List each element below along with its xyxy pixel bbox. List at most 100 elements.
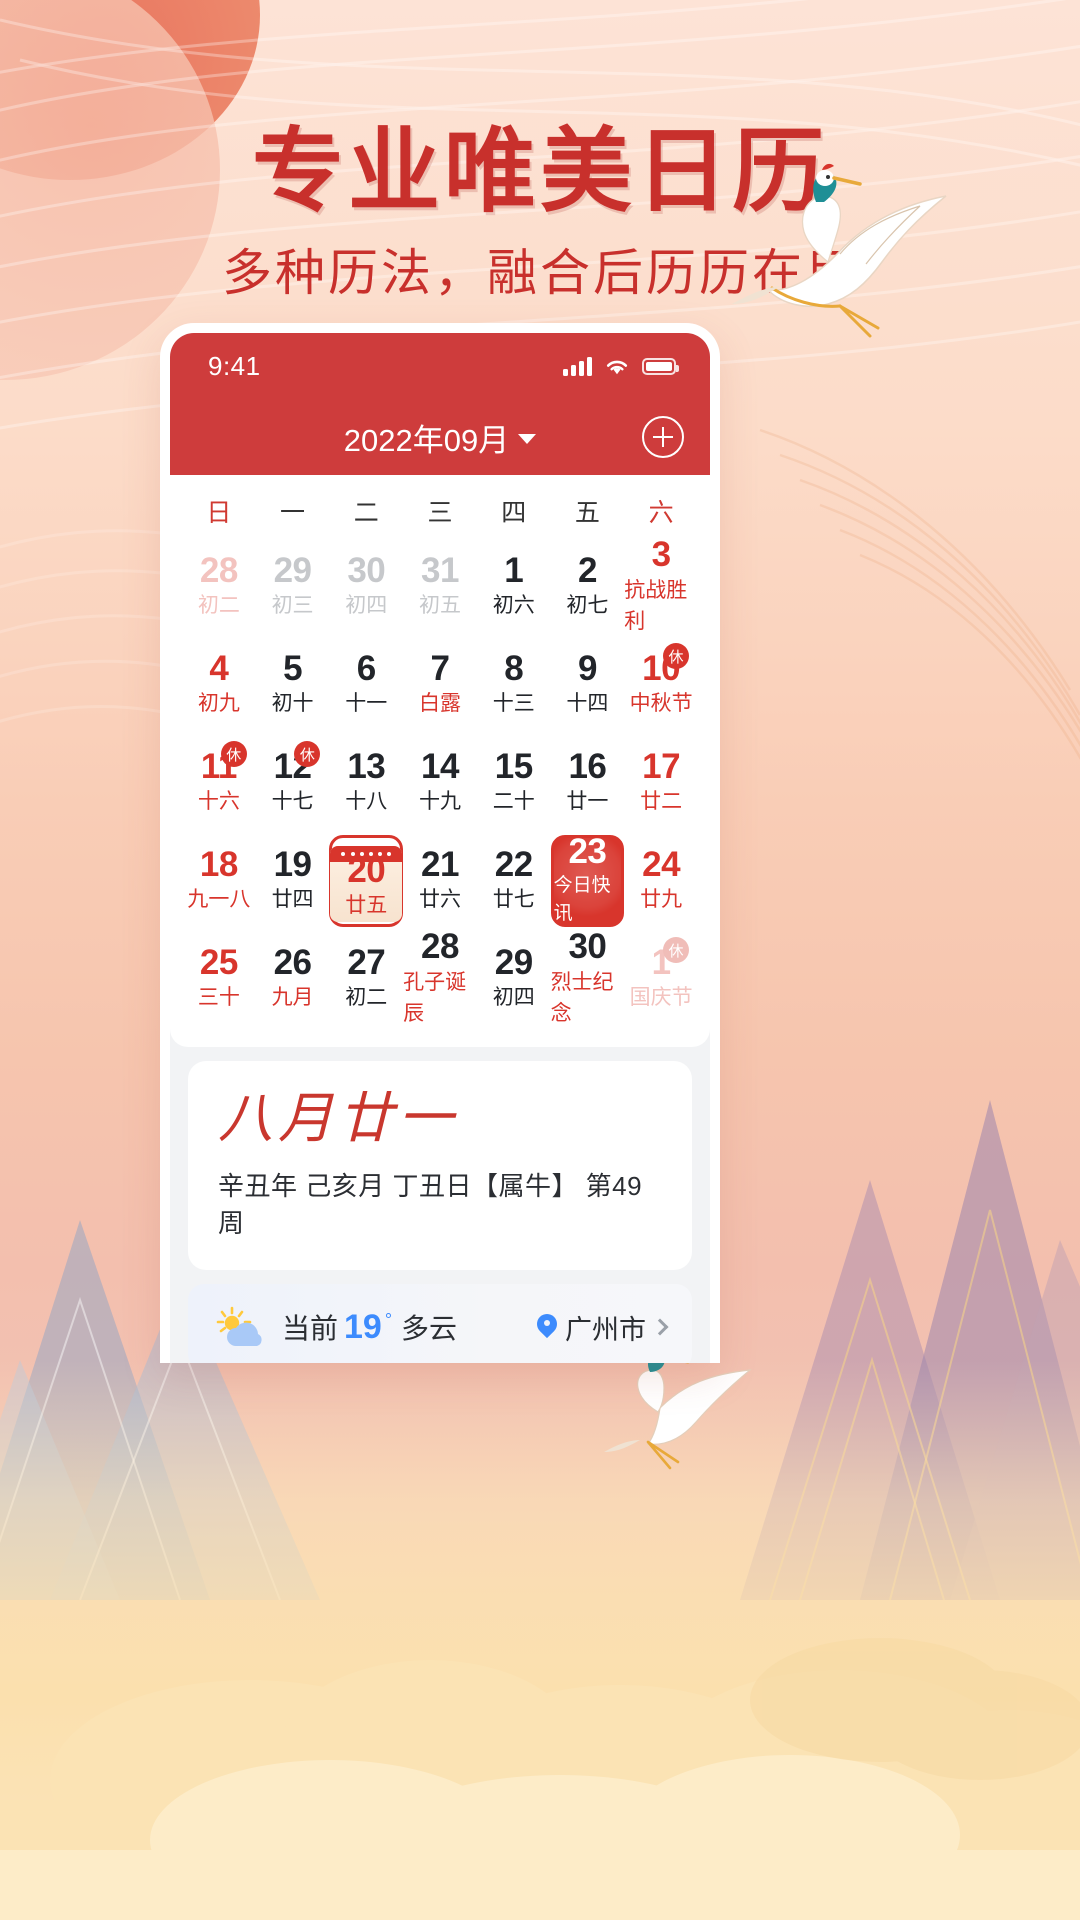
weekday-1: 一 — [280, 499, 306, 527]
day-sublabel: 廿五 — [345, 894, 388, 918]
day-sublabel: 九一八 — [187, 888, 251, 912]
weather-condition: 多云 — [401, 1313, 458, 1345]
nav-bar: 2022年09月 — [170, 399, 710, 475]
day-number: 14 — [421, 747, 459, 787]
cellular-signal-icon — [563, 356, 592, 376]
day-number: 29 — [494, 943, 533, 983]
day-sublabel: 初九 — [197, 692, 240, 716]
calendar-day-cell[interactable]: 1 国庆节休 — [624, 933, 698, 1025]
calendar-day-cell[interactable]: 14 十九 — [403, 737, 477, 829]
calendar-day-cell[interactable]: 10 中秋节休 — [624, 639, 698, 731]
calendar-day-cell[interactable]: 28 初二 — [182, 541, 256, 633]
rest-day-badge: 休 — [294, 741, 321, 767]
calendar-day-cell[interactable]: 12 十七休 — [256, 737, 330, 829]
day-sublabel: 白露 — [418, 692, 461, 716]
weather-location[interactable]: 广州市 — [537, 1308, 669, 1347]
calendar-day-cell[interactable]: 11 十六休 — [182, 737, 256, 829]
day-sublabel: 初二 — [197, 594, 240, 618]
day-number: 28 — [421, 927, 459, 967]
month-selector[interactable]: 2022年09月 — [344, 415, 537, 460]
rest-day-badge: 休 — [663, 937, 689, 963]
calendar-day-cell[interactable]: 15 二十 — [477, 737, 551, 829]
calendar-day-cell[interactable]: 17 廿二 — [624, 737, 698, 829]
lunar-info-card[interactable]: 八月廿一 辛丑年 己亥月 丁丑日【属牛】 第49周 — [188, 1061, 692, 1271]
calendar-day-cell[interactable]: 29 初四 — [477, 933, 551, 1025]
day-sublabel: 十四 — [566, 692, 609, 716]
day-number: 30 — [347, 551, 386, 591]
chevron-down-icon — [518, 434, 537, 444]
day-number: 26 — [273, 943, 312, 983]
calendar-day-cell[interactable]: 13 十八 — [329, 737, 403, 829]
day-number: 23 — [568, 835, 607, 872]
rest-day-badge: 休 — [220, 741, 247, 767]
add-event-button[interactable] — [642, 416, 684, 458]
calendar-day-cell[interactable]: 22 廿七 — [477, 835, 551, 927]
day-number: 1 — [504, 551, 524, 591]
calendar-day-cell[interactable]: 9 十四 — [551, 639, 625, 731]
day-sublabel: 初四 — [345, 594, 388, 618]
day-sublabel: 二十 — [492, 790, 535, 814]
calendar-day-cell[interactable]: 8 十三 — [477, 639, 551, 731]
day-sublabel: 初六 — [492, 594, 535, 618]
day-sublabel: 十八 — [345, 790, 388, 814]
calendar-day-cell[interactable]: 25 三十 — [182, 933, 256, 1025]
day-number: 29 — [273, 551, 312, 591]
calendar-day-cell[interactable]: 24 廿九 — [624, 835, 698, 927]
day-sublabel: 初七 — [566, 594, 609, 618]
calendar-day-cell[interactable]: 26 九月 — [256, 933, 330, 1025]
calendar-day-cell[interactable]: 16 廿一 — [551, 737, 625, 829]
day-number: 22 — [494, 845, 533, 885]
weekday-3: 三 — [427, 499, 453, 527]
day-sublabel: 廿二 — [640, 790, 683, 814]
status-icons — [563, 356, 679, 376]
day-number: 8 — [504, 649, 524, 689]
crane-bird-small-icon — [604, 1351, 752, 1470]
weather-prefix: 当前 — [282, 1313, 339, 1345]
weekday-2: 二 — [353, 499, 379, 527]
calendar-day-cell[interactable]: 28 孔子诞辰 — [403, 928, 477, 1025]
calendar-day-cell[interactable]: 5 初十 — [256, 639, 330, 731]
calendar-day-cell[interactable]: 6 十一 — [329, 639, 403, 731]
day-sublabel: 廿七 — [492, 888, 535, 912]
day-number: 21 — [421, 845, 459, 885]
weekday-5: 五 — [574, 499, 600, 527]
battery-icon — [642, 357, 679, 375]
wifi-icon — [606, 360, 628, 375]
calendar-day-cell[interactable]: 20 廿五 — [329, 835, 404, 927]
lunar-date: 八月廿一 — [218, 1088, 459, 1149]
calendar-day-cell[interactable]: 27 初二 — [329, 933, 403, 1025]
day-sublabel: 抗战胜利 — [624, 578, 688, 634]
calendar-day-cell[interactable]: 21 廿六 — [403, 835, 477, 927]
calendar-day-cell[interactable]: 3 抗战胜利 — [624, 536, 698, 633]
day-sublabel: 初五 — [418, 594, 461, 618]
day-sublabel: 初二 — [345, 986, 388, 1010]
day-number: 28 — [199, 551, 238, 591]
sun-cloud-icon — [214, 1304, 268, 1350]
day-sublabel: 廿四 — [271, 888, 314, 912]
day-sublabel: 三十 — [197, 986, 240, 1010]
phone-mockup: 9:41 2022年09月 日一二三四五六 28 初二 29 初三 30 初四 … — [160, 323, 720, 1363]
day-number: 13 — [347, 747, 386, 787]
calendar-day-cell[interactable]: 30 初四 — [329, 541, 403, 633]
day-sublabel: 十七 — [271, 790, 314, 814]
calendar-day-cell[interactable]: 31 初五 — [403, 541, 477, 633]
weekday-4: 四 — [501, 499, 527, 527]
calendar-day-cell[interactable]: 18 九一八 — [182, 835, 256, 927]
location-label: 广州市 — [565, 1314, 646, 1345]
day-sublabel: 十六 — [197, 790, 240, 814]
day-number: 18 — [199, 845, 238, 885]
day-sublabel: 十三 — [492, 692, 535, 716]
calendar-day-cell[interactable]: 30 烈士纪念 — [551, 928, 625, 1025]
calendar-day-cell[interactable]: 29 初三 — [256, 541, 330, 633]
calendar-day-cell[interactable]: 2 初七 — [551, 541, 625, 633]
calendar-day-cell[interactable]: 1 初六 — [477, 541, 551, 633]
status-bar: 9:41 — [170, 333, 710, 399]
calendar-day-cell[interactable]: 23 今日快讯 — [550, 835, 625, 927]
day-sublabel: 中秋节 — [629, 692, 693, 716]
calendar-day-cell[interactable]: 19 廿四 — [256, 835, 330, 927]
cloud-shapes — [0, 1638, 1080, 1920]
weather-bar[interactable]: 当前 19 ° 多云 广州市 — [188, 1284, 692, 1363]
calendar-day-cell[interactable]: 4 初九 — [182, 639, 256, 731]
calendar-day-cell[interactable]: 7 白露 — [403, 639, 477, 731]
weather-text: 当前 19 ° 多云 — [282, 1307, 457, 1347]
